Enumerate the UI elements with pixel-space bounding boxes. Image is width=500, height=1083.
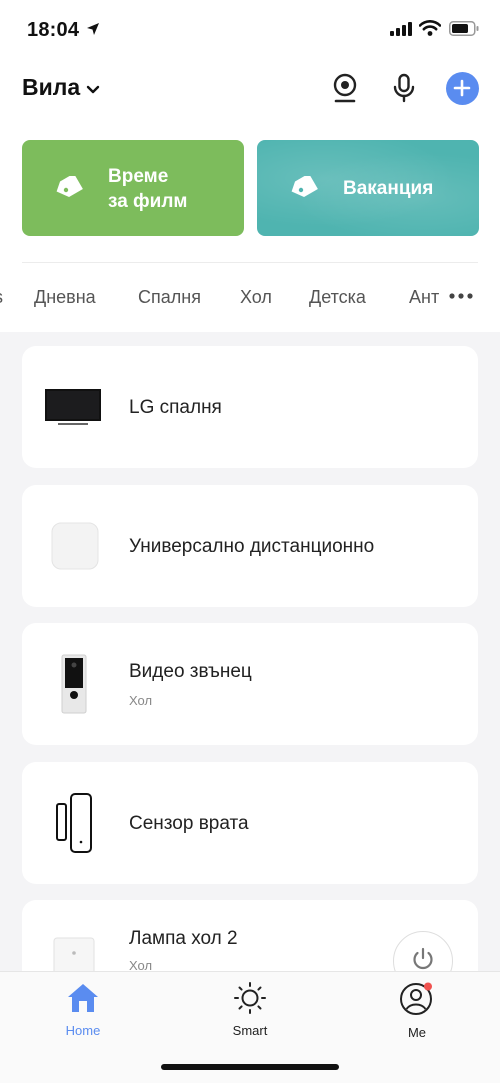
nav-label: Me bbox=[407, 1025, 427, 1040]
device-card-lg-tv[interactable]: LG спалня bbox=[22, 346, 478, 468]
add-device-button[interactable] bbox=[444, 70, 480, 106]
nav-home[interactable]: Home bbox=[43, 982, 123, 1038]
device-name: LG спалня bbox=[129, 397, 222, 418]
scene-label: Време за филм bbox=[108, 166, 188, 212]
device-card-video-doorbell[interactable]: Видео звънец Хол bbox=[22, 623, 478, 745]
remote-hub-icon bbox=[44, 521, 104, 576]
top-section: 18:04 Вила Време за филм Ваканция Дневна… bbox=[0, 0, 500, 332]
scene-label: Ваканция bbox=[343, 178, 434, 199]
tag-icon bbox=[54, 173, 84, 207]
tab-living-room[interactable]: Дневна bbox=[34, 287, 96, 308]
cellular-signal-icon bbox=[390, 22, 412, 41]
doorbell-icon bbox=[44, 651, 104, 722]
location-arrow-icon bbox=[86, 22, 100, 41]
sun-icon bbox=[233, 982, 267, 1018]
wifi-icon bbox=[418, 20, 442, 41]
room-tabs: s Дневна Спалня Хол Детска Ант bbox=[0, 282, 440, 314]
tab-room-next[interactable]: Ант bbox=[409, 287, 439, 308]
profile-icon bbox=[399, 982, 435, 1020]
tag-icon bbox=[289, 173, 319, 207]
device-name: Лампа хол 2 bbox=[129, 928, 238, 949]
home-indicator bbox=[161, 1064, 339, 1070]
door-sensor-icon bbox=[44, 790, 104, 861]
nav-smart[interactable]: Smart bbox=[210, 982, 290, 1038]
status-time: 18:04 bbox=[27, 19, 80, 41]
tab-kids-room[interactable]: Детска bbox=[309, 287, 366, 308]
divider bbox=[22, 262, 478, 263]
more-rooms-icon[interactable] bbox=[448, 286, 478, 306]
device-room: Хол bbox=[129, 693, 153, 708]
home-name: Вила bbox=[22, 74, 81, 100]
device-name: Универсално дистанционно bbox=[129, 536, 375, 557]
tab-bedroom[interactable]: Спалня bbox=[138, 287, 201, 308]
device-name: Сензор врата bbox=[129, 813, 249, 834]
battery-icon bbox=[449, 21, 479, 41]
device-name: Видео звънец bbox=[129, 661, 252, 682]
device-card-door-sensor[interactable]: Сензор врата bbox=[22, 762, 478, 884]
tv-icon bbox=[44, 388, 104, 433]
nav-me[interactable]: Me bbox=[377, 982, 457, 1040]
nav-label: Home bbox=[65, 1023, 101, 1038]
tab-hall[interactable]: Хол bbox=[240, 287, 272, 308]
home-selector[interactable]: Вила bbox=[22, 74, 100, 101]
scene-vacation[interactable]: Ваканция bbox=[257, 140, 479, 236]
chevron-down-icon bbox=[86, 74, 100, 101]
home-icon bbox=[66, 984, 100, 1018]
status-bar: 18:04 bbox=[0, 0, 500, 60]
nav-label: Smart bbox=[232, 1023, 268, 1038]
tab-room-partial[interactable]: s bbox=[0, 287, 3, 308]
plus-icon bbox=[445, 71, 479, 105]
camera-icon[interactable] bbox=[327, 70, 363, 106]
scene-movie-time[interactable]: Време за филм bbox=[22, 140, 244, 236]
device-card-universal-remote[interactable]: Универсално дистанционно bbox=[22, 485, 478, 607]
microphone-icon[interactable] bbox=[386, 70, 422, 106]
